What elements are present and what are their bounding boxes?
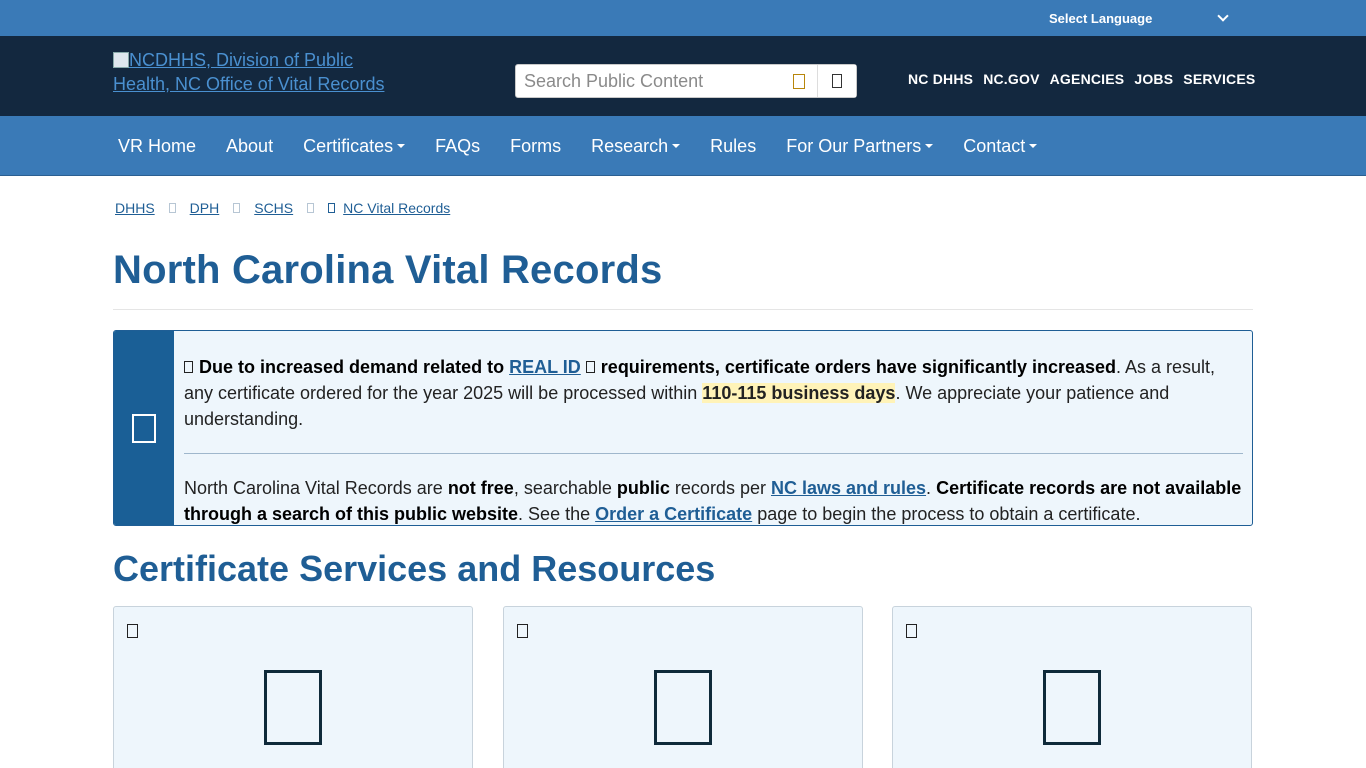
util-link-agencies[interactable]: AGENCIES [1050,71,1125,87]
alert-divider [184,453,1243,454]
search-bar [515,64,857,98]
language-select-label: Select Language [1049,10,1153,26]
nc-laws-rules-link[interactable]: NC laws and rules [771,478,926,498]
language-select[interactable]: Select Language [1049,9,1233,27]
broken-image-icon [113,52,129,68]
utility-nav: NC DHHS NC.GOV AGENCIES JOBS SERVICES [908,71,1255,87]
nav-item-research[interactable]: Research [576,136,695,157]
nav-item-certificates[interactable]: Certificates [288,136,420,157]
util-link-jobs[interactable]: JOBS [1134,71,1173,87]
nav-item-contact[interactable]: Contact [948,136,1052,157]
certificate-icon [654,670,712,745]
section-title: Certificate Services and Resources [113,548,716,589]
chevron-right-icon [307,203,315,213]
caret-down-icon [1029,143,1038,148]
breadcrumb: DHHS DPH SCHS NC Vital Records [115,200,450,216]
page-title: North Carolina Vital Records [113,248,663,292]
caret-down-icon [925,143,934,148]
util-link-nc-dhhs[interactable]: NC DHHS [908,71,973,87]
document-icon [517,624,528,638]
alert-text: records per [674,478,766,498]
site-logo-link[interactable]: NCDHHS, Division of Public Health, NC Of… [113,48,393,96]
nav-label: About [226,135,274,156]
info-icon [132,413,156,443]
alert-body: Due to increased demand related to REAL … [174,331,1252,525]
alert-paragraph-demand: Due to increased demand related to REAL … [184,354,1243,432]
caret-down-icon [672,143,681,148]
breadcrumb-dph[interactable]: DPH [190,200,220,216]
util-link-nc-gov[interactable]: NC.GOV [983,71,1039,87]
document-icon [906,624,917,638]
external-link-icon [585,361,595,373]
order-certificate-link[interactable]: Order a Certificate [595,504,752,524]
alert-paragraph-public-records: North Carolina Vital Records are not fre… [184,475,1243,525]
microphone-icon [792,73,805,89]
service-card[interactable] [113,606,473,768]
nav-label: Research [591,135,669,156]
notice-alert: Due to increased demand related to REAL … [113,330,1253,526]
divider [113,309,1253,310]
alert-sidebar [114,331,174,525]
voice-search-button[interactable] [780,65,818,97]
breadcrumb-schs[interactable]: SCHS [254,200,293,216]
alert-text: , searchable [513,478,612,498]
alert-text: Due to increased demand related to [199,357,505,377]
document-icon [127,624,138,638]
service-card[interactable] [892,606,1252,768]
nav-item-partners[interactable]: For Our Partners [771,136,948,157]
nav-item-forms[interactable]: Forms [495,136,576,157]
search-icon [832,74,842,88]
nav-label: Contact [963,135,1026,156]
chevron-down-icon [1217,10,1229,22]
processing-time-highlight: 110-115 business days [702,383,896,403]
language-bar: Select Language [0,0,1366,36]
util-link-services[interactable]: SERVICES [1183,71,1255,87]
nav-item-rules[interactable]: Rules [695,136,771,157]
main-nav: VR Home About Certificates FAQs Forms Re… [0,116,1366,176]
breadcrumb-dhhs[interactable]: DHHS [115,200,155,216]
alert-text: page to begin the process to obtain a ce… [757,504,1141,524]
service-card[interactable] [503,606,863,768]
logo-alt-text: NCDHHS, Division of Public Health, NC Of… [113,50,385,94]
nav-item-faqs[interactable]: FAQs [420,136,495,157]
alert-text: . [926,478,932,498]
breadcrumb-vital-records[interactable]: NC Vital Records [343,200,450,216]
chevron-right-icon [233,203,241,213]
nav-item-about[interactable]: About [211,136,288,157]
chevron-right-icon [168,203,176,213]
alert-text: North Carolina Vital Records are [184,478,443,498]
search-input[interactable] [516,65,780,97]
nav-label: For Our Partners [786,135,922,156]
nav-label: Forms [510,135,562,156]
alert-text: public [616,478,670,498]
nav-label: FAQs [435,135,481,156]
site-header: NCDHHS, Division of Public Health, NC Of… [0,36,1366,116]
search-button[interactable] [818,65,856,97]
alert-text: . See the [518,504,591,524]
nav-label: Certificates [303,135,394,156]
certificate-icon [1043,670,1101,745]
warning-icon [184,361,193,373]
nav-label: VR Home [118,135,197,156]
nav-item-vr-home[interactable]: VR Home [103,136,211,157]
caret-down-icon [397,143,406,148]
certificate-icon [264,670,322,745]
real-id-link[interactable]: REAL ID [509,357,581,377]
home-icon [328,203,336,213]
nav-label: Rules [710,135,757,156]
alert-text: requirements, certificate orders have si… [600,357,1117,377]
alert-text: not free [447,478,514,498]
